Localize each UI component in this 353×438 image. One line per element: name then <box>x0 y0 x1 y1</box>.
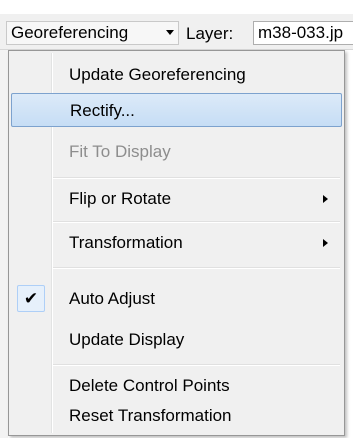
menu-separator <box>53 177 340 179</box>
caret-down-icon <box>166 30 174 35</box>
menu-item-label: Fit To Display <box>69 142 171 161</box>
menu-item-label: Update Display <box>69 330 185 349</box>
layer-label: Layer: <box>186 24 234 43</box>
georeferencing-toolbar: Georeferencing Layer: m38-033.jp <box>0 14 353 50</box>
menu-separator <box>53 267 340 269</box>
menu-item-update-georeferencing[interactable]: Update Georeferencing <box>11 58 342 92</box>
menu-separator <box>53 221 340 223</box>
layer-dropdown[interactable]: m38-033.jp <box>253 21 353 45</box>
menu-item-label: Update Georeferencing <box>69 65 246 84</box>
menu-separator <box>53 364 340 366</box>
app-window: Georeferencing Layer: m38-033.jp Update … <box>0 0 353 438</box>
menu-item-label: Delete Control Points <box>69 376 230 395</box>
menu-item-label: Rectify... <box>70 101 135 120</box>
map-window-edge <box>0 50 8 438</box>
menu-item-auto-adjust[interactable]: ✔ Auto Adjust <box>11 282 342 316</box>
submenu-arrow-icon <box>323 195 328 203</box>
menu-item-fit-to-display[interactable]: Fit To Display <box>11 135 342 169</box>
menu-item-flip-or-rotate[interactable]: Flip or Rotate <box>11 182 342 216</box>
checkmark-icon: ✔ <box>17 285 45 312</box>
menu-item-label: Transformation <box>69 233 183 252</box>
georeferencing-menu-label: Georeferencing <box>11 23 129 42</box>
menu-item-update-display[interactable]: Update Display <box>11 323 342 357</box>
georeferencing-dropdown-menu: Update Georeferencing Rectify... Fit To … <box>8 50 345 436</box>
menu-item-rectify[interactable]: Rectify... <box>11 93 342 127</box>
menu-item-label: Reset Transformation <box>69 406 232 425</box>
menu-item-transformation[interactable]: Transformation <box>11 226 342 260</box>
submenu-arrow-icon <box>323 239 328 247</box>
menu-item-reset-transformation[interactable]: Reset Transformation <box>11 399 342 433</box>
georeferencing-menu-button[interactable]: Georeferencing <box>6 21 179 45</box>
menu-item-label: Flip or Rotate <box>69 189 172 208</box>
menu-item-label: Auto Adjust <box>69 289 156 308</box>
menu-item-delete-control-points[interactable]: Delete Control Points <box>11 369 342 403</box>
